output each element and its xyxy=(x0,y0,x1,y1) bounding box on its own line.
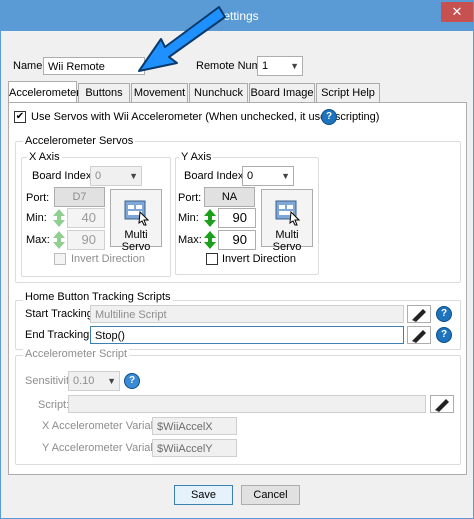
x-min-input[interactable]: 40 xyxy=(67,208,105,228)
x-var-label: X Accelerometer Variable: xyxy=(42,420,169,432)
settings-window: Settings ✕ Name Wii Remote Remote Num: 1… xyxy=(0,0,474,519)
y-board-index-value: 0 xyxy=(247,170,254,182)
x-board-index-label: Board Index: xyxy=(32,170,95,182)
start-tracking-input[interactable]: Multiline Script xyxy=(90,305,404,323)
y-board-index-label: Board Index: xyxy=(184,170,247,182)
pencil-icon xyxy=(412,309,426,322)
x-max-input[interactable]: 90 xyxy=(67,230,105,250)
chevron-down-icon: ▼ xyxy=(290,61,299,71)
help-icon[interactable]: ? xyxy=(124,373,140,389)
remote-num-value: 1 xyxy=(262,60,269,72)
y-multi-servo-label: Multi Servo xyxy=(272,229,302,253)
use-servos-checkbox[interactable]: ✔ xyxy=(14,111,26,123)
home-tracking-title: Home Button Tracking Scripts xyxy=(23,291,173,303)
name-label: Name xyxy=(13,60,43,72)
start-tracking-edit-button[interactable] xyxy=(407,305,431,323)
y-min-label: Min: xyxy=(178,212,199,224)
y-port-button[interactable]: NA xyxy=(204,187,255,207)
y-invert-label: Invert Direction xyxy=(222,253,296,265)
start-tracking-label: Start Tracking: xyxy=(25,308,96,320)
sensitivity-select[interactable]: 0.10 ▼ xyxy=(68,371,120,391)
sensitivity-value: 0.10 xyxy=(73,375,95,387)
y-var-input[interactable]: $WiiAccelY xyxy=(152,439,237,457)
y-board-index-select[interactable]: 0 ▼ xyxy=(242,166,294,186)
help-icon[interactable]: ? xyxy=(436,306,452,322)
x-port-label: Port: xyxy=(26,192,50,204)
x-port-button[interactable]: D7 xyxy=(54,187,105,207)
tab-movement[interactable]: Movement xyxy=(131,83,188,102)
x-board-index-select[interactable]: 0 ▼ xyxy=(90,166,142,186)
x-min-stepper-icon[interactable] xyxy=(52,208,66,228)
pencil-icon xyxy=(435,399,449,412)
multi-servo-icon xyxy=(124,200,150,226)
help-icon[interactable]: ? xyxy=(436,327,452,343)
title-bar: Settings ✕ xyxy=(1,1,473,31)
accelerometer-servos-title: Accelerometer Servos xyxy=(23,135,136,147)
script-edit-button[interactable] xyxy=(430,395,454,413)
script-label: Script: xyxy=(38,399,70,411)
x-max-label: Max: xyxy=(26,234,50,246)
help-icon[interactable]: ? xyxy=(321,109,337,125)
multi-servo-icon xyxy=(275,200,301,226)
x-invert-label: Invert Direction xyxy=(71,253,145,265)
y-port-label: Port: xyxy=(178,192,202,204)
y-min-stepper-icon[interactable] xyxy=(203,208,217,228)
cancel-button[interactable]: Cancel xyxy=(241,485,300,505)
script-input[interactable] xyxy=(68,395,426,413)
end-tracking-input[interactable]: Stop() xyxy=(90,326,404,344)
accelerometer-tab-panel: ✔ Use Servos with Wii Accelerometer (Whe… xyxy=(8,102,467,475)
x-multi-servo-button[interactable]: Multi Servo xyxy=(110,189,162,253)
x-invert-checkbox[interactable] xyxy=(54,253,66,265)
chevron-down-icon: ▼ xyxy=(107,376,116,386)
accelerometer-script-title: Accelerometer Script xyxy=(23,348,130,360)
tab-nunchuck[interactable]: Nunchuck xyxy=(189,83,248,102)
y-invert-checkbox[interactable] xyxy=(206,253,218,265)
save-button[interactable]: Save xyxy=(174,485,233,505)
window-title: Settings xyxy=(215,9,259,23)
y-var-label: Y Accelerometer Variable: xyxy=(42,442,169,454)
annotation-arrow-icon xyxy=(138,6,226,72)
x-axis-title: X Axis xyxy=(27,151,62,163)
end-tracking-label: End Tracking: xyxy=(25,329,93,341)
pencil-icon xyxy=(412,330,426,343)
end-tracking-edit-button[interactable] xyxy=(407,326,431,344)
y-max-stepper-icon[interactable] xyxy=(203,230,217,250)
x-min-label: Min: xyxy=(26,212,47,224)
y-max-label: Max: xyxy=(178,234,202,246)
chevron-down-icon: ▼ xyxy=(129,171,138,181)
close-button[interactable]: ✕ xyxy=(441,2,473,22)
y-axis-title: Y Axis xyxy=(179,151,214,163)
x-var-input[interactable]: $WiiAccelX xyxy=(152,417,237,435)
y-min-input[interactable]: 90 xyxy=(218,208,256,228)
remote-num-select[interactable]: 1 ▼ xyxy=(257,56,303,76)
y-max-input[interactable]: 90 xyxy=(218,230,256,250)
tab-buttons[interactable]: Buttons xyxy=(78,83,130,102)
chevron-down-icon: ▼ xyxy=(281,171,290,181)
tab-accelerometer[interactable]: Accelerometer xyxy=(8,81,80,103)
tab-board-image[interactable]: Board Image xyxy=(249,83,315,102)
x-multi-servo-label: Multi Servo xyxy=(121,229,151,253)
x-board-index-value: 0 xyxy=(95,170,102,182)
x-max-stepper-icon[interactable] xyxy=(52,230,66,250)
y-multi-servo-button[interactable]: Multi Servo xyxy=(261,189,313,253)
tab-script-help[interactable]: Script Help xyxy=(316,83,380,102)
